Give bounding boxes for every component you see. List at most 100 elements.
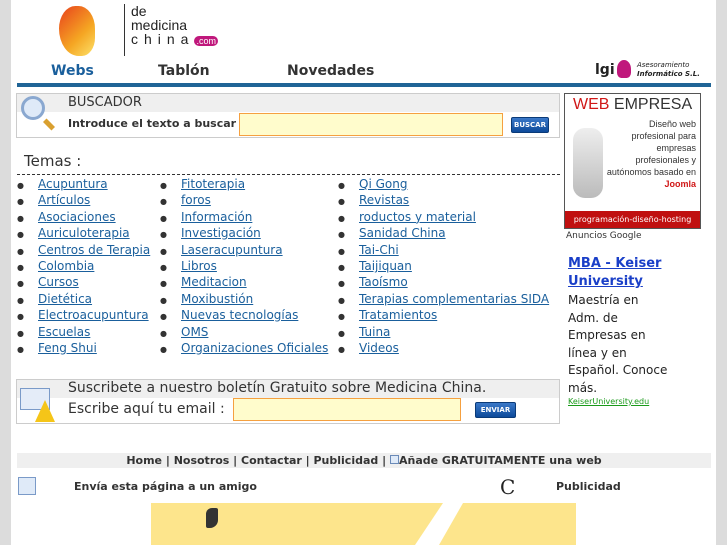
footer-home[interactable]: Home bbox=[126, 454, 162, 467]
topic-item: ● Terapias complementarias SIDA bbox=[338, 292, 549, 306]
logo-text: de bbox=[131, 3, 147, 19]
nav-novedades[interactable]: Novedades bbox=[287, 63, 374, 79]
runner-figure-icon bbox=[573, 128, 603, 198]
topic-item: ● Sanidad China bbox=[338, 226, 446, 240]
topic-link[interactable]: Videos bbox=[359, 341, 399, 355]
bullet-icon: ● bbox=[160, 230, 167, 240]
topic-link[interactable]: Revistas bbox=[359, 193, 409, 207]
nav-tablon[interactable]: Tablón bbox=[158, 63, 210, 79]
footer-add-web[interactable]: Añade GRATUITAMENTE una web bbox=[399, 454, 602, 467]
publicidad-label: Publicidad bbox=[556, 480, 621, 493]
bullet-icon: ● bbox=[338, 213, 345, 223]
email-input[interactable] bbox=[233, 398, 461, 421]
topic-link[interactable]: Asociaciones bbox=[38, 210, 116, 224]
footer-contactar[interactable]: Contactar bbox=[241, 454, 302, 467]
topic-link[interactable]: roductos y material bbox=[359, 210, 476, 224]
bullet-icon: ● bbox=[338, 181, 345, 190]
topic-link[interactable]: Centros de Terapia bbox=[38, 243, 150, 257]
bullet-icon: ● bbox=[17, 197, 24, 207]
topic-item: ● Tai-Chi bbox=[338, 243, 399, 257]
topic-item: ● Asociaciones bbox=[17, 210, 116, 224]
partner-logo[interactable]: lgi Asesoramiento Informático S.L. bbox=[595, 60, 705, 82]
topic-item: ● Nuevas tecnologías bbox=[160, 308, 298, 322]
web-empresa-ad[interactable]: WEB EMPRESA Diseño web profesional para … bbox=[564, 93, 701, 229]
newsletter-label: Escribe aquí tu email : bbox=[68, 401, 225, 417]
search-box: BUSCADOR Introduce el texto a buscar : B… bbox=[16, 93, 560, 138]
footer-publicidad[interactable]: Publicidad bbox=[314, 454, 379, 467]
subscribe-button[interactable]: ENVIAR bbox=[475, 402, 516, 418]
topic-link[interactable]: Cursos bbox=[38, 275, 79, 289]
textad-title[interactable]: MBA - Keiser University bbox=[568, 255, 678, 291]
search-label: Introduce el texto a buscar : bbox=[68, 117, 245, 130]
bullet-icon: ● bbox=[17, 263, 24, 272]
topic-link[interactable]: Investigación bbox=[181, 226, 261, 240]
topic-link[interactable]: Taoísmo bbox=[359, 275, 408, 289]
topic-link[interactable]: Terapias complementarias SIDA bbox=[359, 292, 549, 306]
bullet-icon: ● bbox=[160, 197, 167, 207]
topic-link[interactable]: Taijiquan bbox=[359, 259, 412, 273]
topic-item: ● Meditacion bbox=[160, 275, 247, 289]
topic-link[interactable]: Acupuntura bbox=[38, 177, 108, 191]
bullet-icon: ● bbox=[17, 345, 24, 354]
bullet-icon: ● bbox=[17, 213, 24, 223]
topic-link[interactable]: Información bbox=[181, 210, 252, 224]
calligraphy-icon: C bbox=[500, 475, 516, 499]
nav-webs[interactable]: Webs bbox=[51, 63, 94, 79]
topic-item: ● Centros de Terapia bbox=[17, 243, 150, 257]
bullet-icon: ● bbox=[338, 312, 345, 322]
topics-title: Temas : bbox=[24, 152, 82, 170]
ad-body: Diseño web profesional para empresas pro… bbox=[606, 119, 696, 177]
topic-item: ● Videos bbox=[338, 341, 399, 355]
textad-body: Maestría en Adm. de Empresas en línea y … bbox=[568, 293, 668, 395]
bullet-icon: ● bbox=[338, 345, 345, 354]
bullet-icon: ● bbox=[160, 345, 167, 354]
topic-link[interactable]: Electroacupuntura bbox=[38, 308, 149, 322]
bullet-icon: ● bbox=[338, 279, 345, 289]
topic-link[interactable]: Tai-Chi bbox=[359, 243, 399, 257]
logo-tld: .com bbox=[194, 36, 218, 46]
search-input[interactable] bbox=[239, 113, 503, 136]
topic-link[interactable]: Moxibustión bbox=[181, 292, 253, 306]
bullet-icon: ● bbox=[338, 246, 345, 256]
topic-item: ● Tuina bbox=[338, 325, 390, 339]
topic-link[interactable]: Nuevas tecnologías bbox=[181, 308, 298, 322]
bullet-icon: ● bbox=[17, 246, 24, 256]
site-logo[interactable]: de medicina china .com bbox=[59, 4, 239, 58]
topic-link[interactable]: Dietética bbox=[38, 292, 92, 306]
topic-link[interactable]: Auriculoterapia bbox=[38, 226, 130, 240]
partner-tagline: Asesoramiento bbox=[637, 61, 690, 69]
topic-item: ● Auriculoterapia bbox=[17, 226, 130, 240]
topic-item: ● Libros bbox=[160, 259, 217, 273]
banner-image bbox=[151, 503, 576, 545]
topic-link[interactable]: Sanidad China bbox=[359, 226, 446, 240]
topic-link[interactable]: Fitoterapia bbox=[181, 177, 245, 191]
topic-link[interactable]: Meditacion bbox=[181, 275, 247, 289]
textad-url[interactable]: KeiserUniversity.edu bbox=[568, 397, 649, 406]
topic-link[interactable]: Qi Gong bbox=[359, 177, 407, 191]
footer-nosotros[interactable]: Nosotros bbox=[174, 454, 230, 467]
topic-link[interactable]: Tratamientos bbox=[359, 308, 437, 322]
topic-link[interactable]: Libros bbox=[181, 259, 217, 273]
bullet-icon: ● bbox=[160, 263, 167, 272]
topic-link[interactable]: Laseracupuntura bbox=[181, 243, 283, 257]
topic-link[interactable]: foros bbox=[181, 193, 211, 207]
bullet-icon: ● bbox=[338, 263, 345, 272]
yin-yang-logo-icon bbox=[59, 6, 95, 56]
topic-link[interactable]: OMS bbox=[181, 325, 208, 339]
send-to-friend-link[interactable]: Envía esta página a un amigo bbox=[74, 480, 257, 493]
bullet-icon: ● bbox=[160, 181, 167, 190]
partner-name: lgi bbox=[595, 62, 615, 78]
topic-link[interactable]: Escuelas bbox=[38, 325, 90, 339]
topic-item: ● Taijiquan bbox=[338, 259, 412, 273]
page: de medicina china .com Webs Tablón Noveda… bbox=[11, 0, 716, 545]
search-button[interactable]: BUSCAR bbox=[511, 117, 549, 133]
topic-item: ● Información bbox=[160, 210, 252, 224]
topic-link[interactable]: Artículos bbox=[38, 193, 90, 207]
topic-item: ● Electroacupuntura bbox=[17, 308, 149, 322]
topic-link[interactable]: Colombia bbox=[38, 259, 94, 273]
topic-link[interactable]: Tuina bbox=[359, 325, 390, 339]
topic-link[interactable]: Organizaciones Oficiales bbox=[181, 341, 328, 355]
ad-joomla: Joomla bbox=[664, 179, 696, 189]
google-ads-label[interactable]: Anuncios Google bbox=[566, 231, 642, 241]
topic-link[interactable]: Feng Shui bbox=[38, 341, 97, 355]
